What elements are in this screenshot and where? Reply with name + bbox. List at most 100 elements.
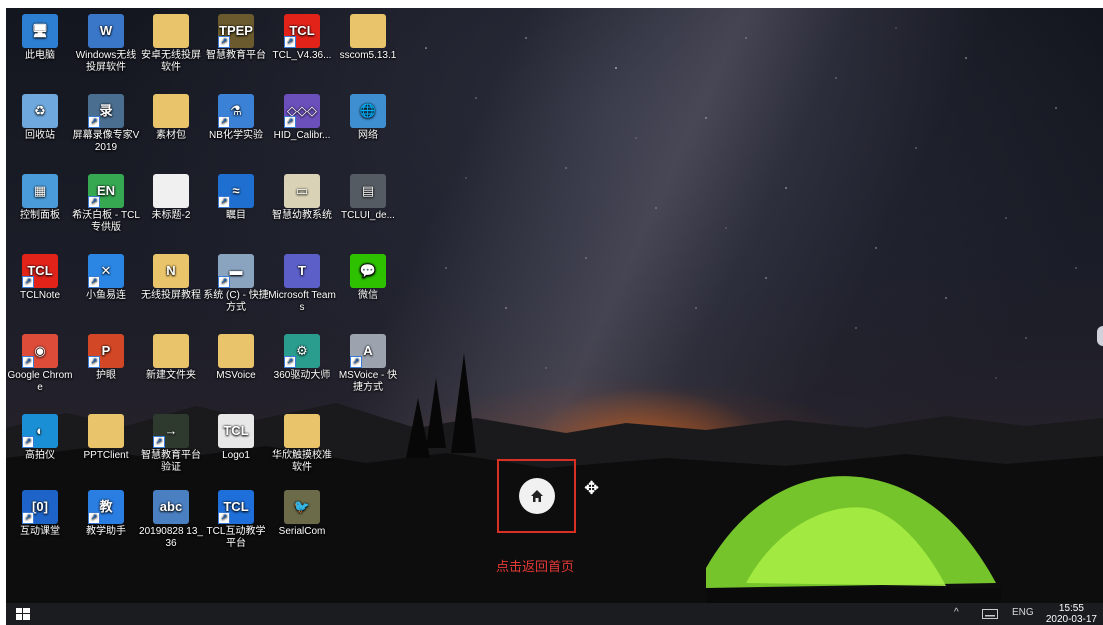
desktop-icon-label: 控制面板 (20, 210, 60, 221)
desktop-icon[interactable]: sscom5.13.1 (334, 14, 402, 62)
desktop-icon-label: SerialCom (278, 526, 326, 537)
desktop-icon-label: 智慧教育平台验证 (141, 450, 201, 473)
app-icon: ≈ ↗ (218, 174, 254, 208)
desktop-icon[interactable]: 华欣触摸校准软件 (268, 414, 336, 474)
shortcut-arrow-icon: ↗ (284, 356, 296, 368)
desktop-icon[interactable]: ▬ ↗ 系统 (C) - 快捷方式 (202, 254, 270, 314)
app-icon: TCL ↗ (218, 490, 254, 524)
desktop-icon[interactable]: abc 20190828 13_36 (137, 490, 205, 550)
desktop-icon[interactable]: 安卓无线投屏软件 (137, 14, 205, 74)
app-icon: 教 ↗ (88, 490, 124, 524)
desktop-icon[interactable]: 未标题-2 (137, 174, 205, 222)
language-indicator[interactable]: ENG (1012, 607, 1034, 618)
desktop-icon[interactable]: W Windows无线投屏软件 (72, 14, 140, 74)
shortcut-arrow-icon: ↗ (88, 356, 100, 368)
app-icon: P ↗ (88, 334, 124, 368)
shortcut-arrow-icon: ↗ (88, 512, 100, 524)
desktop-icon[interactable]: [0] ↗ 互动课堂 (6, 490, 74, 538)
desktop-icon[interactable]: ≈ ↗ 瞩目 (202, 174, 270, 222)
app-icon (153, 174, 189, 208)
side-panel-handle[interactable] (1097, 326, 1103, 346)
app-icon: 💬 (350, 254, 386, 288)
desktop-icon-label: 护眼 (96, 370, 116, 381)
desktop-icon-label: TCLUI_de... (341, 210, 395, 221)
windows-start-icon[interactable] (16, 608, 30, 620)
desktop-icon-label: TCL_V4.36... (272, 50, 332, 61)
desktop-icon[interactable]: 🐦 SerialCom (268, 490, 336, 538)
app-icon (284, 414, 320, 448)
app-icon: W (88, 14, 124, 48)
shortcut-arrow-icon: ↗ (218, 116, 230, 128)
home-caption: 点击返回首页 (496, 560, 575, 575)
app-icon (88, 414, 124, 448)
tray-chevron-icon[interactable]: ^ (954, 607, 959, 618)
shortcut-arrow-icon: ↗ (88, 116, 100, 128)
desktop-icon[interactable]: 素材包 (137, 94, 205, 142)
app-icon: → ↗ (153, 414, 189, 448)
desktop-icon-label: 回收站 (25, 130, 55, 141)
desktop-icon[interactable]: A ↗ MSVoice - 快捷方式 (334, 334, 402, 394)
app-icon (153, 14, 189, 48)
app-icon: 录 ↗ (88, 94, 124, 128)
desktop-icon[interactable]: PPTClient (72, 414, 140, 462)
desktop-icon-label: 智慧幼教系统 (272, 210, 332, 221)
desktop-icon[interactable]: MSVoice (202, 334, 270, 382)
desktop-icon[interactable]: TPEP ↗ 智慧教育平台 (202, 14, 270, 62)
shortcut-arrow-icon: ↗ (284, 36, 296, 48)
app-icon: ⚙ ↗ (284, 334, 320, 368)
desktop-icon[interactable]: ▤ TCLUI_de... (334, 174, 402, 222)
desktop-icon[interactable]: ⚙ ↗ 360驱动大师 (268, 334, 336, 382)
desktop-icon[interactable]: TCL Logo1 (202, 414, 270, 462)
app-icon: ▤ (350, 174, 386, 208)
desktop-icon[interactable]: TCL ↗ TCLNote (6, 254, 74, 302)
desktop-icon[interactable]: TCL ↗ TCL互动教学平台 (202, 490, 270, 550)
desktop-icon-label: 系统 (C) - 快捷方式 (203, 290, 269, 313)
desktop-icon-label: 瞩目 (226, 210, 246, 221)
desktop-icon[interactable]: 教 ↗ 教学助手 (72, 490, 140, 538)
desktop-icon[interactable]: 💬 微信 (334, 254, 402, 302)
desktop-icon[interactable]: P ↗ 护眼 (72, 334, 140, 382)
desktop-icon[interactable]: EN ↗ 希沃白板 - TCL专供版 (72, 174, 140, 234)
desktop-icon[interactable]: → ↗ 智慧教育平台验证 (137, 414, 205, 474)
app-icon: TCL ↗ (22, 254, 58, 288)
app-icon: 🖥 (22, 14, 58, 48)
desktop-icon[interactable]: N 无线投屏教程 (137, 254, 205, 302)
desktop-icon[interactable]: ◐ ↗ 高拍仪 (6, 414, 74, 462)
desktop-icon-label: Windows无线投屏软件 (75, 50, 137, 73)
desktop-icon-label: 360驱动大师 (273, 370, 331, 381)
keyboard-icon[interactable] (982, 609, 998, 622)
desktop-icon[interactable]: 新建文件夹 (137, 334, 205, 382)
home-button[interactable] (519, 478, 555, 514)
desktop-icon[interactable]: ▦ 控制面板 (6, 174, 74, 222)
desktop-icon-label: 20190828 13_36 (139, 526, 203, 549)
desktop-icon[interactable]: ◇◇◇ ↗ HID_Calibr... (268, 94, 336, 142)
desktop-icon-label: 网络 (358, 130, 378, 141)
desktop-icon-label: 微信 (358, 290, 378, 301)
desktop-icon[interactable]: ◉ ↗ Google Chrome (6, 334, 74, 394)
app-icon: [0] ↗ (22, 490, 58, 524)
desktop-icon[interactable]: TCL ↗ TCL_V4.36... (268, 14, 336, 62)
shortcut-arrow-icon: ↗ (88, 196, 100, 208)
shortcut-arrow-icon: ↗ (350, 356, 362, 368)
home-icon (531, 490, 543, 502)
shortcut-arrow-icon: ↗ (22, 356, 34, 368)
taskbar-clock[interactable]: 15:55 2020-03-17 (1046, 603, 1097, 625)
desktop-icon[interactable]: 🖥 此电脑 (6, 14, 74, 62)
app-icon: TCL ↗ (284, 14, 320, 48)
desktop-icon[interactable]: ⚗ ↗ NB化学实验 (202, 94, 270, 142)
desktop-icon-label: HID_Calibr... (273, 130, 331, 141)
desktop-icon-label: TCL互动教学平台 (206, 526, 266, 549)
app-icon (153, 334, 189, 368)
desktop-icon[interactable]: 录 ↗ 屏幕录像专家V2019 (72, 94, 140, 154)
clock-date: 2020-03-17 (1045, 614, 1097, 625)
desktop-icon[interactable]: ✕ ↗ 小鱼易连 (72, 254, 140, 302)
desktop-icon-label: 华欣触摸校准软件 (272, 450, 332, 473)
app-icon: ◇◇◇ ↗ (284, 94, 320, 128)
app-icon: ▬ ↗ (218, 254, 254, 288)
desktop-icon[interactable]: 🌐 网络 (334, 94, 402, 142)
shortcut-arrow-icon: ↗ (22, 276, 34, 288)
desktop-icon[interactable]: ▭ 智慧幼教系统 (268, 174, 336, 222)
desktop-icon[interactable]: ♻ 回收站 (6, 94, 74, 142)
desktop-icon[interactable]: T Microsoft Teams (268, 254, 336, 314)
move-arrows-icon[interactable]: ✥ (584, 478, 599, 499)
